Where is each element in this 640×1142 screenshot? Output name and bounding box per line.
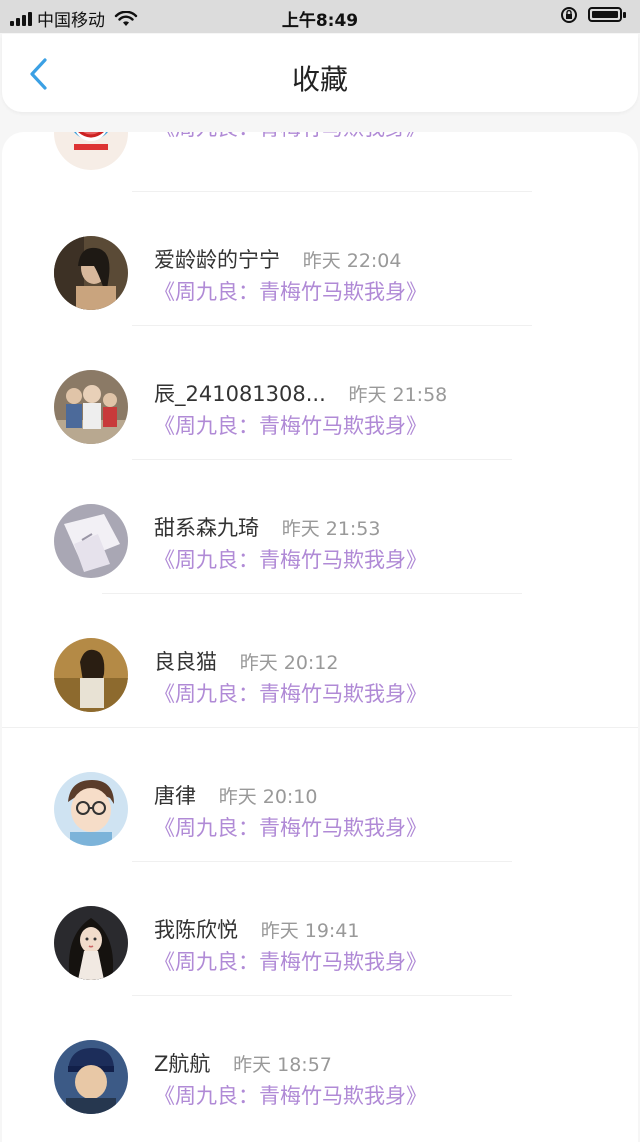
row-username: 良良猫 昨天 20:12 [154, 646, 338, 676]
avatar [54, 370, 128, 444]
timestamp: 昨天 22:04 [302, 250, 402, 272]
username: 唐律 [154, 784, 196, 808]
username: 甜系森九琦 [154, 516, 259, 540]
list-item[interactable]: 《周九良：青梅竹马欺我身》 [2, 132, 638, 236]
username: 良良猫 [154, 650, 217, 674]
battery-icon [588, 6, 628, 24]
divider [132, 459, 512, 460]
favorites-list: 《周九良：青梅竹马欺我身》 爱龄龄的宁宁 昨天 22:04 《周九良：青梅竹马欺… [2, 132, 638, 1142]
favorite-title-link[interactable]: 《周九良：青梅竹马欺我身》 [154, 946, 427, 976]
row-username: 我陈欣悦 昨天 19:41 [154, 914, 359, 944]
list-item[interactable]: 良良猫 昨天 20:12 《周九良：青梅竹马欺我身》 [2, 638, 638, 772]
username: 辰_241081308... [154, 382, 326, 406]
status-right [560, 6, 628, 24]
row-username: 辰_241081308... 昨天 21:58 [154, 378, 447, 408]
divider [2, 727, 638, 728]
avatar [54, 236, 128, 310]
row-username: 爱龄龄的宁宁 昨天 22:04 [154, 244, 401, 274]
divider [132, 861, 512, 862]
username: Z航航 [154, 1052, 211, 1076]
rotation-lock-icon [561, 7, 577, 23]
favorite-title-link[interactable]: 《周九良：青梅竹马欺我身》 [154, 132, 427, 142]
avatar [54, 906, 128, 980]
timestamp: 昨天 18:57 [233, 1054, 332, 1076]
timestamp: 昨天 21:58 [348, 384, 448, 406]
favorite-title-link[interactable]: 《周九良：青梅竹马欺我身》 [154, 276, 427, 306]
list-item[interactable]: 甜系森九琦 昨天 21:53 《周九良：青梅竹马欺我身》 [2, 504, 638, 638]
list-item[interactable]: 爱龄龄的宁宁 昨天 22:04 《周九良：青梅竹马欺我身》 [2, 236, 638, 370]
favorite-title-link[interactable]: 《周九良：青梅竹马欺我身》 [154, 678, 427, 708]
nav-bar: 收藏 [2, 34, 638, 112]
divider [102, 593, 522, 594]
timestamp: 昨天 20:12 [239, 652, 339, 674]
avatar [54, 132, 128, 170]
favorite-title-link[interactable]: 《周九良：青梅竹马欺我身》 [154, 410, 427, 440]
username: 我陈欣悦 [154, 918, 238, 942]
row-username: 甜系森九琦 昨天 21:53 [154, 512, 380, 542]
favorite-title-link[interactable]: 《周九良：青梅竹马欺我身》 [154, 1080, 427, 1110]
avatar [54, 638, 128, 712]
row-username: Z航航 昨天 18:57 [154, 1048, 332, 1078]
row-username: 唐律 昨天 20:10 [154, 780, 317, 810]
status-time: 上午8:49 [281, 11, 359, 31]
page-title: 收藏 [291, 63, 348, 96]
avatar [54, 504, 128, 578]
avatar [54, 1040, 128, 1114]
divider [132, 995, 512, 996]
list-item[interactable]: 辰_241081308... 昨天 21:58 《周九良：青梅竹马欺我身》 [2, 370, 638, 504]
divider [132, 325, 532, 326]
avatar [54, 772, 128, 846]
favorite-title-link[interactable]: 《周九良：青梅竹马欺我身》 [154, 812, 427, 842]
list-item[interactable]: Z航航 昨天 18:57 《周九良：青梅竹马欺我身》 [2, 1040, 638, 1142]
list-item[interactable]: 唐律 昨天 20:10 《周九良：青梅竹马欺我身》 [2, 772, 638, 906]
timestamp: 昨天 21:53 [281, 518, 381, 540]
username: 爱龄龄的宁宁 [154, 248, 280, 272]
favorite-title-link[interactable]: 《周九良：青梅竹马欺我身》 [154, 544, 427, 574]
list-item[interactable]: 我陈欣悦 昨天 19:41 《周九良：青梅竹马欺我身》 [2, 906, 638, 1040]
timestamp: 昨天 20:10 [218, 786, 318, 808]
timestamp: 昨天 19:41 [260, 920, 360, 942]
divider [132, 191, 532, 192]
status-bar: 中国移动 上午8:49 [0, 0, 640, 33]
